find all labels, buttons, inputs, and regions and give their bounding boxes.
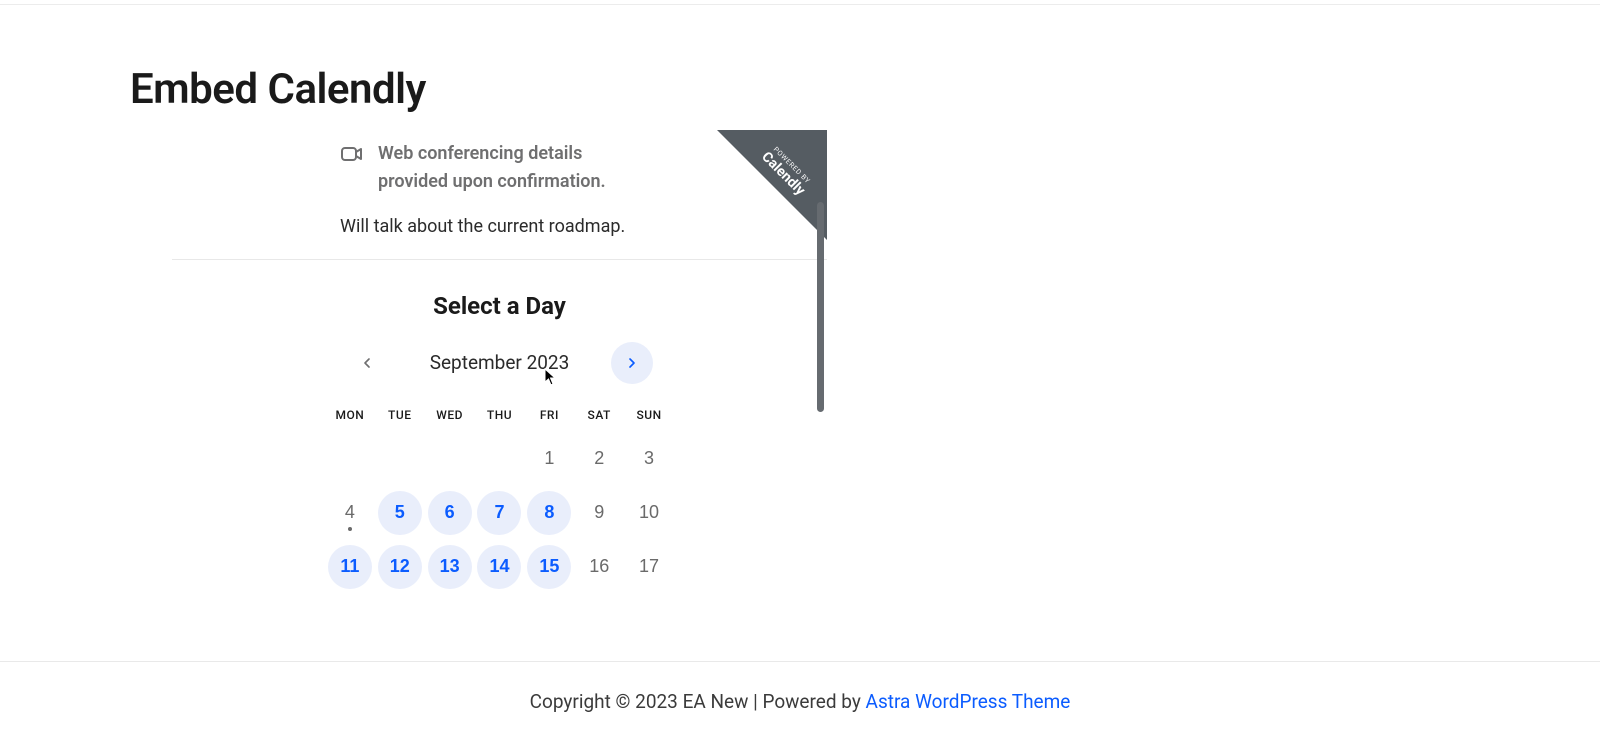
day-of-week-label: THU [477, 402, 523, 428]
calendar-day[interactable]: 15 [527, 545, 571, 589]
month-label: September 2023 [430, 351, 570, 374]
calendar-day[interactable]: 13 [428, 545, 472, 589]
day-of-week-label: SUN [626, 402, 672, 428]
divider [172, 259, 827, 260]
event-header: Web conferencing details provided upon c… [172, 130, 827, 196]
day-of-week-label: TUE [377, 402, 423, 428]
top-divider [0, 0, 1600, 5]
calendly-widget: Web conferencing details provided upon c… [172, 130, 827, 590]
calendar-day[interactable]: 5 [378, 491, 422, 535]
calendar-day: 10 [627, 491, 671, 535]
page-title: Embed Calendly [130, 65, 1600, 114]
calendar-day[interactable]: 12 [378, 545, 422, 589]
day-of-week-label: FRI [526, 402, 572, 428]
calendar-day: 17 [627, 545, 671, 589]
footer-theme-link[interactable]: Astra WordPress Theme [866, 690, 1071, 713]
calendar-day: 3 [627, 437, 671, 481]
footer-divider [0, 661, 1600, 662]
month-nav: September 2023 [172, 342, 827, 384]
next-month-button[interactable] [611, 342, 653, 384]
calendar-day[interactable]: 6 [428, 491, 472, 535]
day-of-week-label: MON [327, 402, 373, 428]
video-camera-icon [340, 142, 364, 166]
calendar-grid: MONTUEWEDTHUFRISATSUN 123456789101112131… [327, 402, 672, 590]
calendar-day: 16 [577, 545, 621, 589]
footer-copyright: Copyright © 2023 EA New | Powered by [530, 690, 866, 713]
select-day-heading: Select a Day [172, 292, 827, 320]
calendar-day[interactable]: 7 [477, 491, 521, 535]
calendar-day: 9 [577, 491, 621, 535]
calendar-day[interactable]: 11 [328, 545, 372, 589]
event-description: Will talk about the current roadmap. [172, 196, 827, 259]
day-of-week-label: WED [427, 402, 473, 428]
calendar-day: 4 [328, 491, 372, 535]
footer: Copyright © 2023 EA New | Powered by Ast… [0, 690, 1600, 713]
calendar-day: 2 [577, 437, 621, 481]
calendar-day[interactable]: 14 [477, 545, 521, 589]
day-of-week-label: SAT [576, 402, 622, 428]
scrollbar-thumb[interactable] [817, 202, 824, 412]
calendar-day: 1 [527, 437, 571, 481]
calendar-day[interactable]: 8 [527, 491, 571, 535]
conferencing-text: Web conferencing details provided upon c… [378, 140, 652, 196]
prev-month-button[interactable] [346, 342, 388, 384]
